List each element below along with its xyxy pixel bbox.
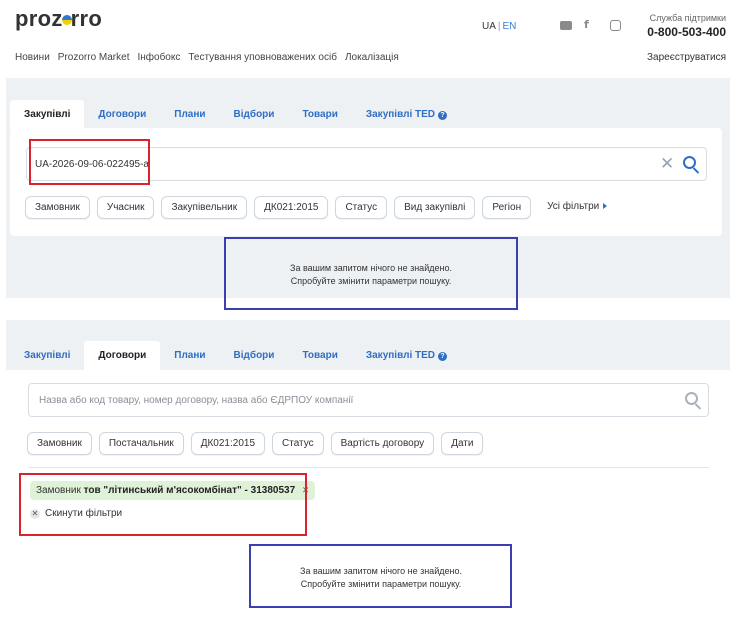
chip-dates[interactable]: Дати	[441, 432, 484, 455]
instagram-icon[interactable]	[610, 20, 621, 31]
chip-participant[interactable]: Учасник	[96, 196, 155, 219]
nav-testing[interactable]: Тестування уповноважених осіб	[188, 52, 337, 63]
lang-en[interactable]: EN	[503, 21, 517, 32]
site-header: proz rro UA | EN f Служба підтримки 0-800-5…	[0, 0, 738, 76]
chip-status[interactable]: Статус	[335, 196, 388, 219]
chip-dk021[interactable]: ДК021:2015	[254, 196, 329, 219]
search-icon[interactable]	[683, 156, 696, 169]
logo-text-b: rro	[70, 6, 103, 31]
highlight-active-filter	[19, 473, 307, 536]
all-filters-label: Усі фільтри	[547, 201, 600, 212]
tab-selections[interactable]: Відбори	[220, 100, 289, 129]
tab-selections-2[interactable]: Відбори	[220, 341, 289, 370]
tab-plans[interactable]: Плани	[160, 100, 219, 129]
tab-ted[interactable]: Закупівлі TED?	[352, 100, 461, 129]
search-placeholder: Назва або код товару, номер договору, на…	[39, 395, 354, 406]
highlight-no-results-top	[224, 237, 518, 310]
chip-supplier[interactable]: Постачальник	[98, 432, 184, 455]
tab-goods[interactable]: Товари	[288, 100, 351, 129]
tab-tenders-2[interactable]: Закупівлі	[10, 341, 84, 370]
tab-contracts[interactable]: Договори	[84, 100, 160, 129]
tab-plans-2[interactable]: Плани	[160, 341, 219, 370]
chip-status-2[interactable]: Статус	[272, 432, 324, 455]
clear-icon[interactable]: ✕	[660, 154, 674, 174]
tab-tenders[interactable]: Закупівлі	[10, 100, 85, 129]
highlight-no-results-bottom	[249, 544, 512, 608]
register-link[interactable]: Зареєструватися	[647, 52, 726, 63]
nav-localization[interactable]: Локалізація	[345, 52, 399, 63]
chip-customer[interactable]: Замовник	[25, 196, 90, 219]
tender-filter-chips: Замовник Учасник Закупівельник ДК021:201…	[25, 196, 617, 219]
info-icon[interactable]: ?	[438, 111, 447, 120]
youtube-icon[interactable]	[560, 21, 572, 30]
chevron-right-icon	[603, 203, 608, 209]
tab-ted-label: Закупівлі TED	[365, 109, 435, 120]
contract-filter-chips: Замовник Постачальник ДК021:2015 Статус …	[27, 432, 484, 455]
all-filters-button[interactable]: Усі фільтри	[538, 196, 617, 219]
support-phone[interactable]: 0-800-503-400	[647, 25, 726, 39]
support-label: Служба підтримки	[649, 13, 726, 23]
tab-ted-label-2: Закупівлі TED	[365, 350, 435, 361]
facebook-icon[interactable]: f	[584, 18, 589, 31]
chip-procurement-type[interactable]: Вид закупівлі	[394, 196, 476, 219]
nav-market[interactable]: Prozorro Market	[58, 52, 130, 63]
tabs-bottom: Закупівлі Договори Плани Відбори Товари …	[10, 341, 461, 370]
logo-text-a: proz	[15, 6, 63, 31]
lang-ua[interactable]: UA	[482, 21, 496, 32]
nav-news[interactable]: Новини	[15, 52, 50, 63]
contract-search-input[interactable]: Назва або код товару, номер договору, на…	[28, 383, 709, 417]
info-icon[interactable]: ?	[438, 352, 447, 361]
language-switcher: UA | EN	[482, 21, 516, 32]
tab-contracts-2[interactable]: Договори	[84, 341, 161, 370]
chip-customer-2[interactable]: Замовник	[27, 432, 92, 455]
search-icon[interactable]	[685, 392, 698, 405]
main-nav: Новини Prozorro Market Інфобокс Тестуван…	[15, 52, 399, 63]
tabs-top: Закупівлі Договори Плани Відбори Товари …	[10, 100, 461, 129]
nav-infobox[interactable]: Інфобокс	[137, 52, 180, 63]
chip-purchaser[interactable]: Закупівельник	[161, 196, 248, 219]
prozorro-logo[interactable]: proz rro	[15, 6, 102, 32]
chip-dk021-2[interactable]: ДК021:2015	[190, 432, 266, 455]
tab-goods-2[interactable]: Товари	[288, 341, 351, 370]
lang-separator: |	[497, 21, 501, 32]
highlight-search-value	[29, 139, 150, 185]
chip-region[interactable]: Регіон	[482, 196, 532, 219]
filters-divider	[28, 467, 709, 468]
chip-contract-value[interactable]: Вартість договору	[330, 432, 435, 455]
tab-ted-2[interactable]: Закупівлі TED?	[352, 341, 461, 370]
